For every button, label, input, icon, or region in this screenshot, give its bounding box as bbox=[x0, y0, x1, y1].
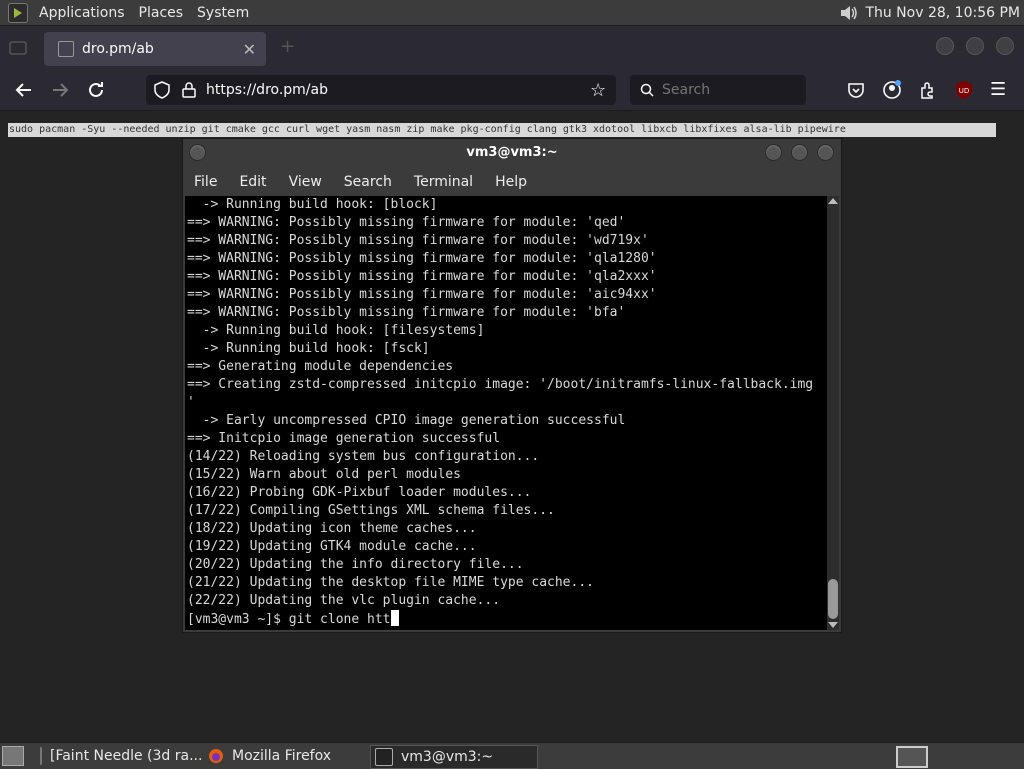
menu-file[interactable]: File bbox=[183, 174, 228, 190]
scroll-down-arrow-icon[interactable] bbox=[828, 622, 838, 628]
terminal-line: -> Early uncompressed CPIO image generat… bbox=[187, 413, 626, 428]
menu-help[interactable]: Help bbox=[484, 174, 538, 190]
svg-text:UD: UD bbox=[959, 87, 970, 95]
terminal-line: ==> Creating zstd-compressed initcpio im… bbox=[187, 377, 814, 392]
maximize-button[interactable] bbox=[966, 37, 984, 55]
terminal-line: ==> WARNING: Possibly missing firmware f… bbox=[187, 251, 657, 266]
search-bar[interactable] bbox=[630, 75, 806, 105]
selected-page-text[interactable]: sudo pacman -Syu --needed unzip git cmak… bbox=[8, 123, 996, 137]
menu-search[interactable]: Search bbox=[333, 174, 403, 190]
terminal-line: (18/22) Updating icon theme caches... bbox=[187, 521, 477, 536]
terminal-window: vm3@vm3:~ File Edit View Search Terminal… bbox=[182, 138, 842, 633]
new-tab-icon[interactable]: + bbox=[280, 36, 295, 57]
terminal-line: ==> WARNING: Possibly missing firmware f… bbox=[187, 215, 626, 230]
terminal-title[interactable]: vm3@vm3:~ bbox=[183, 139, 841, 167]
menu-view[interactable]: View bbox=[278, 174, 333, 190]
terminal-scrollbar[interactable] bbox=[827, 196, 839, 630]
terminal-line: -> Running build hook: [filesystems] bbox=[187, 323, 485, 338]
taskbar-item-label: [Faint Needle (3d ra... bbox=[50, 748, 202, 764]
taskbar-item-label: Mozilla Firefox bbox=[232, 748, 332, 764]
terminal-line: (16/22) Probing GDK-Pixbuf loader module… bbox=[187, 485, 532, 500]
url-text[interactable]: https://dro.pm/ab bbox=[206, 82, 590, 98]
window-menu-button[interactable] bbox=[189, 144, 206, 161]
terminal-line: ==> WARNING: Possibly missing firmware f… bbox=[187, 233, 649, 248]
clock[interactable]: Thu Nov 28, 10:56 PM bbox=[865, 5, 1020, 21]
search-input[interactable] bbox=[660, 81, 794, 99]
taskbar-item-faint-needle[interactable]: [Faint Needle (3d ra... bbox=[36, 745, 202, 767]
terminal-line: ==> Generating module dependencies bbox=[187, 359, 454, 374]
terminal-prompt: [vm3@vm3 ~]$ git clone htt bbox=[187, 612, 391, 627]
forward-button[interactable] bbox=[48, 78, 72, 102]
text-cursor bbox=[390, 610, 399, 626]
terminal-line: ==> WARNING: Possibly missing firmware f… bbox=[187, 305, 626, 320]
tab-dro-pm[interactable]: dro.pm/ab ✕ bbox=[44, 32, 266, 66]
scroll-up-arrow-icon[interactable] bbox=[828, 198, 838, 204]
browser-nav-bar: https://dro.pm/ab ☆ UD ☰ bbox=[0, 70, 1024, 111]
terminal-menubar: File Edit View Search Terminal Help bbox=[183, 169, 841, 195]
terminal-line: (17/22) Compiling GSettings XML schema f… bbox=[187, 503, 555, 518]
close-button[interactable] bbox=[817, 144, 834, 161]
show-desktop-button[interactable] bbox=[2, 746, 24, 766]
terminal-line: (19/22) Updating GTK4 module cache... bbox=[187, 539, 477, 554]
terminal-line: ==> Initcpio image generation successful bbox=[187, 431, 501, 446]
volume-icon[interactable] bbox=[839, 5, 859, 21]
terminal-line: (20/22) Updating the info directory file… bbox=[187, 557, 524, 572]
terminal-output[interactable]: -> Running build hook: [block] ==> WARNI… bbox=[185, 196, 827, 630]
minimize-button[interactable] bbox=[765, 144, 782, 161]
reload-icon bbox=[89, 82, 103, 97]
url-bar[interactable]: https://dro.pm/ab ☆ bbox=[146, 75, 616, 105]
window-icon bbox=[40, 747, 42, 765]
menu-system[interactable]: System bbox=[190, 5, 256, 21]
menu-edit[interactable]: Edit bbox=[228, 174, 277, 190]
terminal-line: (22/22) Updating the vlc plugin cache... bbox=[187, 593, 501, 608]
close-window-button[interactable] bbox=[996, 37, 1014, 55]
search-icon bbox=[640, 83, 654, 97]
ublock-origin-icon[interactable]: UD bbox=[954, 80, 974, 100]
terminal-line: ==> WARNING: Possibly missing firmware f… bbox=[187, 287, 657, 302]
browser-tab-bar: dro.pm/ab ✕ + bbox=[0, 26, 1024, 70]
terminal-prompt-line[interactable]: [vm3@vm3 ~]$ git clone htt bbox=[185, 610, 827, 628]
taskbar-item-label: vm3@vm3:~ bbox=[401, 749, 494, 765]
extensions-icon[interactable] bbox=[918, 80, 938, 100]
terminal-line: (21/22) Updating the desktop file MIME t… bbox=[187, 575, 594, 590]
scrollbar-thumb[interactable] bbox=[828, 579, 838, 619]
applications-logo-icon[interactable] bbox=[8, 2, 28, 23]
menu-places[interactable]: Places bbox=[132, 5, 191, 21]
close-icon[interactable]: ✕ bbox=[243, 40, 256, 59]
terminal-icon bbox=[375, 748, 393, 766]
tab-favicon-icon bbox=[58, 41, 74, 57]
pocket-icon[interactable] bbox=[846, 80, 866, 100]
hamburger-menu-icon[interactable]: ☰ bbox=[990, 80, 1010, 100]
menu-applications[interactable]: Applications bbox=[32, 5, 132, 21]
taskbar-item-terminal[interactable]: vm3@vm3:~ bbox=[370, 745, 538, 769]
terminal-line: ' bbox=[187, 395, 195, 410]
arrow-left-icon bbox=[15, 83, 31, 97]
minimize-button[interactable] bbox=[936, 37, 954, 55]
menu-terminal[interactable]: Terminal bbox=[403, 174, 484, 190]
taskbar-item-firefox[interactable]: Mozilla Firefox bbox=[204, 745, 366, 767]
back-button[interactable] bbox=[12, 78, 36, 102]
firefox-view-icon[interactable] bbox=[6, 36, 30, 60]
account-icon[interactable] bbox=[882, 80, 902, 100]
bottom-taskbar: [Faint Needle (3d ra... Mozilla Firefox … bbox=[0, 742, 1024, 769]
terminal-line: -> Running build hook: [fsck] bbox=[187, 341, 430, 356]
maximize-button[interactable] bbox=[791, 144, 808, 161]
terminal-line: ==> WARNING: Possibly missing firmware f… bbox=[187, 269, 657, 284]
panel-tray: Thu Nov 28, 10:56 PM bbox=[839, 0, 1020, 25]
workspace-switcher[interactable] bbox=[896, 746, 928, 768]
lock-icon[interactable] bbox=[182, 82, 196, 98]
terminal-line: (14/22) Reloading system bus configurati… bbox=[187, 449, 540, 464]
firefox-icon bbox=[209, 749, 223, 763]
reload-button[interactable] bbox=[84, 78, 108, 102]
tab-title: dro.pm/ab bbox=[82, 41, 154, 57]
shield-icon[interactable] bbox=[154, 81, 170, 99]
arrow-right-icon bbox=[53, 83, 69, 97]
bookmark-star-icon[interactable]: ☆ bbox=[590, 80, 610, 101]
top-panel: Applications Places System Thu Nov 28, 1… bbox=[0, 0, 1024, 26]
terminal-line: -> Running build hook: [block] bbox=[187, 197, 438, 212]
terminal-line: (15/22) Warn about old perl modules bbox=[187, 467, 461, 482]
